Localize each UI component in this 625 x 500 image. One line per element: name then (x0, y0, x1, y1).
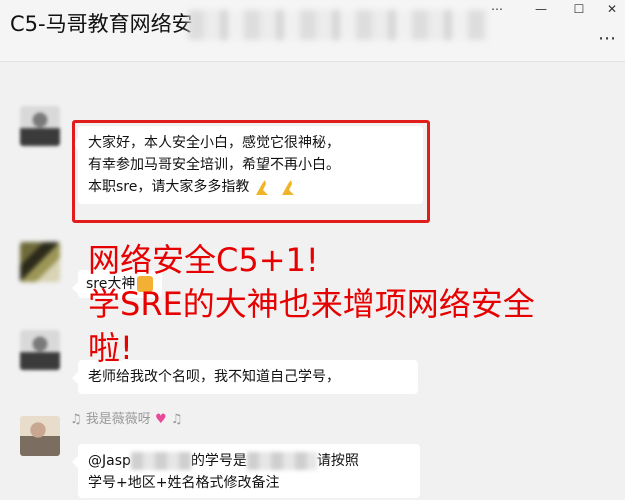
message-bubble: @Jasp 的学号是 请按照 学号+地区+姓名格式修改备注 (72, 444, 420, 498)
caption-line: 学SRE的大神也来增项网络安全 (88, 285, 535, 323)
pin-button[interactable]: ⋯ (488, 0, 506, 18)
message-text: 的学号是 (190, 453, 247, 469)
heart-icon: ♥ (154, 412, 167, 427)
caption-overlay: 网络安全C5+1! 学SRE的大神也来增项网络安全 啦! (88, 238, 535, 370)
highlight-frame (72, 120, 430, 223)
message-text: @Jasp (88, 453, 131, 469)
sender-name: ♫ 我是薇薇呀 ♥ ♫ (70, 412, 183, 427)
music-note-icon: ♫ (70, 412, 82, 427)
maximize-button[interactable]: ☐ (570, 0, 588, 18)
title-bar: C5-马哥教育网络安 ⋯ — ☐ ✕ ⋯ (0, 0, 625, 62)
title-redaction (188, 10, 488, 40)
minimize-button[interactable]: — (532, 0, 550, 18)
message-text: 老师给我改个名呗，我不知道自己学号， (88, 369, 340, 385)
caption-line: 啦! (88, 329, 133, 367)
avatar[interactable] (20, 242, 60, 282)
avatar[interactable] (20, 416, 60, 456)
chat-title: C5-马哥教育网络安 (10, 12, 193, 36)
message-line: 学号+地区+姓名格式修改备注 (88, 475, 280, 491)
close-button[interactable]: ✕ (603, 0, 621, 18)
redaction (246, 452, 317, 470)
avatar[interactable] (20, 330, 60, 370)
redaction (130, 452, 191, 470)
caption-line: 网络安全C5+1! (88, 241, 319, 279)
message-text: 请按照 (316, 453, 359, 469)
avatar[interactable] (20, 106, 60, 146)
more-options-button[interactable]: ⋯ (598, 28, 617, 49)
music-note-icon: ♫ (170, 412, 183, 427)
